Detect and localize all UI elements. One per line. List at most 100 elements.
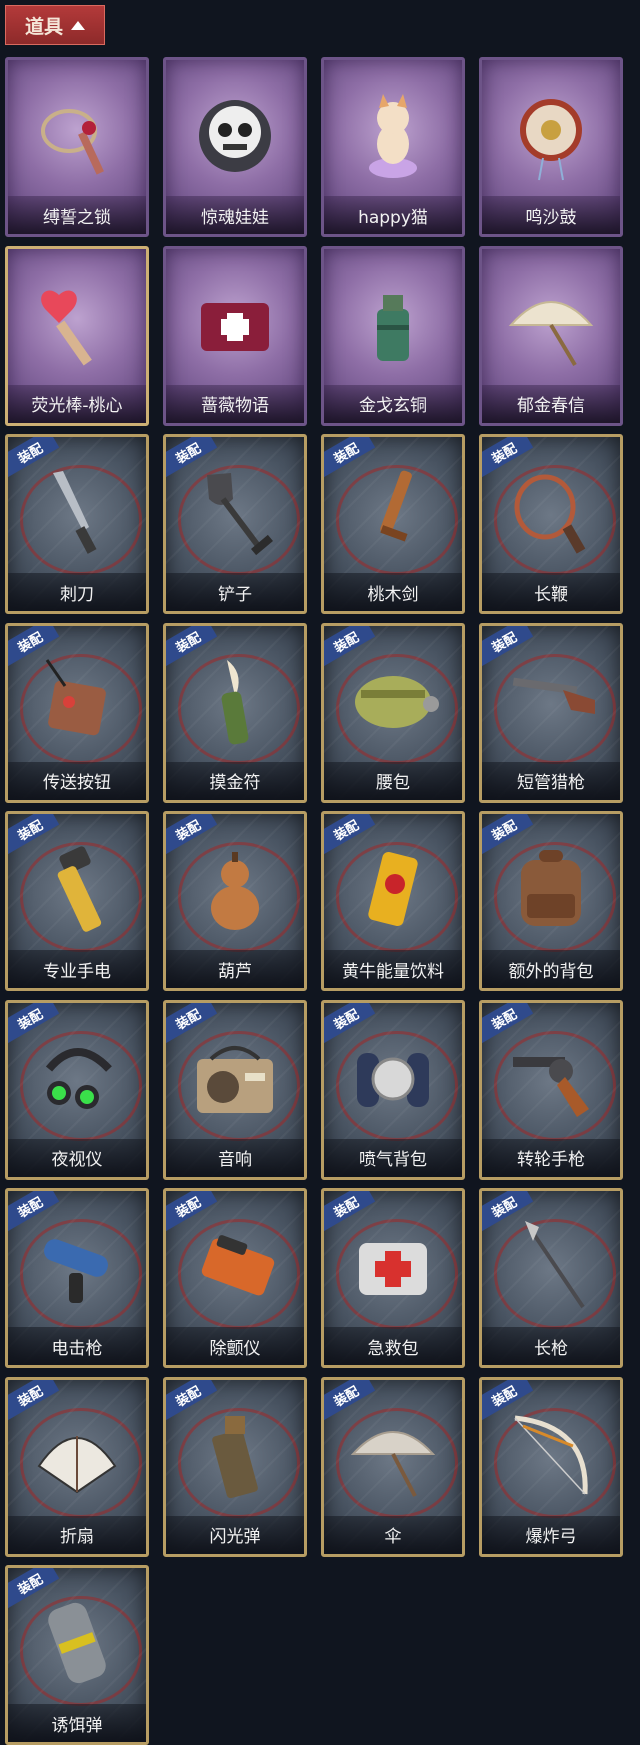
item-card[interactable]: 装配 闪光弹 [163,1376,307,1557]
item-name: 折扇 [8,1515,146,1554]
item-name: 夜视仪 [8,1138,146,1177]
bronze-grenade-icon [345,275,441,371]
item-name: 惊魂娃娃 [166,196,304,234]
item-card[interactable]: 装配 电击枪 [5,1188,149,1368]
sand-drum-icon [503,86,599,182]
item-card[interactable]: 装配 夜视仪 [5,999,149,1180]
item-name: 郁金春信 [482,384,620,423]
shotgun-icon [503,652,599,748]
item-card[interactable]: 装配 黄牛能量饮料 [321,811,465,991]
item-inventory-page: 道具 缚誓之锁 惊魂娃娃 happy猫 鸣沙鼓 荧光棒-桃心 蔷薇物语 金戈玄铜 郁金春信 装配… [0,0,640,1745]
item-card[interactable]: 装配 除颤仪 [163,1188,307,1368]
item-name: 转轮手枪 [482,1138,620,1177]
flashbang-icon [187,1406,283,1502]
item-name: 蔷薇物语 [166,384,304,423]
medkit-box-icon [187,275,283,371]
chain-lock-icon [29,86,125,182]
item-name: 喷气背包 [324,1138,462,1177]
shovel-icon [187,463,283,559]
teleport-remote-icon [29,652,125,748]
umbrella-icon [345,1406,441,1502]
heart-wand-icon [29,275,125,371]
item-card[interactable]: 缚誓之锁 [5,57,149,237]
item-name: 桃木剑 [324,573,462,611]
item-name: 除颤仪 [166,1327,304,1365]
item-name: happy猫 [324,196,462,234]
item-name: 额外的背包 [482,950,620,988]
item-card[interactable]: 装配 长鞭 [479,434,623,614]
item-card[interactable]: 装配 额外的背包 [479,811,623,991]
defibrillator-icon [187,1217,283,1313]
item-card[interactable]: 装配 桃木剑 [321,434,465,614]
item-card[interactable]: 装配 转轮手枪 [479,999,623,1180]
item-card[interactable]: 荧光棒-桃心 [5,245,149,426]
item-grid: 缚誓之锁 惊魂娃娃 happy猫 鸣沙鼓 荧光棒-桃心 蔷薇物语 金戈玄铜 郁金春信 装配 刺刀装… [5,57,623,1745]
item-card[interactable]: 鸣沙鼓 [479,57,623,237]
category-toggle-button[interactable]: 道具 [5,5,105,45]
item-name: 刺刀 [8,573,146,611]
item-card[interactable]: 装配 折扇 [5,1376,149,1557]
backpack-icon [503,840,599,936]
item-card[interactable]: 装配 音响 [163,999,307,1180]
item-name: 摸金符 [166,761,304,800]
item-name: 铲子 [166,573,304,611]
item-card[interactable]: 装配 爆炸弓 [479,1376,623,1557]
item-card[interactable]: 惊魂娃娃 [163,57,307,237]
category-title: 道具 [24,15,63,38]
paper-umbrella-icon [503,275,599,371]
item-name: 金戈玄铜 [324,384,462,423]
spear-icon [503,1217,599,1313]
radio-speaker-icon [187,1029,283,1125]
item-card[interactable]: 装配 摸金符 [163,622,307,803]
item-name: 葫芦 [166,950,304,988]
skull-doll-icon [187,86,283,182]
item-name: 长枪 [482,1327,620,1365]
jetpack-icon [345,1029,441,1125]
decoy-canister-icon [29,1594,125,1690]
item-name: 长鞭 [482,573,620,611]
item-name: 腰包 [324,761,462,800]
item-card[interactable]: 装配伞 [321,1376,465,1557]
item-name: 缚誓之锁 [8,196,146,234]
item-card[interactable]: 装配 腰包 [321,622,465,803]
item-name: 荧光棒-桃心 [8,384,146,423]
item-name: 爆炸弓 [482,1515,620,1554]
item-name: 伞 [324,1515,462,1554]
item-card[interactable]: 装配 喷气背包 [321,999,465,1180]
item-card[interactable]: happy猫 [321,57,465,237]
item-card[interactable]: 装配 专业手电 [5,811,149,991]
gourd-icon [187,840,283,936]
item-name: 音响 [166,1138,304,1177]
item-card[interactable]: 装配 刺刀 [5,434,149,614]
item-name: 急救包 [324,1327,462,1365]
item-name: 诱饵弹 [8,1704,146,1742]
chevron-up-icon [71,20,85,30]
revolver-icon [503,1029,599,1125]
item-card[interactable]: 装配 铲子 [163,434,307,614]
item-card[interactable]: 装配 诱饵弹 [5,1565,149,1745]
whip-icon [503,463,599,559]
item-name: 电击枪 [8,1327,146,1365]
bayonet-icon [29,463,125,559]
explosive-bow-icon [503,1406,599,1502]
first-aid-kit-icon [345,1217,441,1313]
cat-figure-icon [345,86,441,182]
item-name: 短管猎枪 [482,761,620,800]
item-name: 鸣沙鼓 [482,196,620,234]
item-card[interactable]: 装配 急救包 [321,1188,465,1368]
item-name: 黄牛能量饮料 [324,950,462,988]
item-name: 传送按钮 [8,761,146,800]
item-card[interactable]: 装配 短管猎枪 [479,622,623,803]
wooden-sword-icon [345,463,441,559]
talisman-icon [187,652,283,748]
item-card[interactable]: 金戈玄铜 [321,245,465,426]
folding-fan-icon [29,1406,125,1502]
night-vision-icon [29,1029,125,1125]
item-card[interactable]: 蔷薇物语 [163,245,307,426]
waist-bag-icon [345,652,441,748]
item-card[interactable]: 装配 葫芦 [163,811,307,991]
item-card[interactable]: 装配 传送按钮 [5,622,149,803]
item-card[interactable]: 郁金春信 [479,245,623,426]
item-card[interactable]: 装配 长枪 [479,1188,623,1368]
shock-gun-icon [29,1217,125,1313]
